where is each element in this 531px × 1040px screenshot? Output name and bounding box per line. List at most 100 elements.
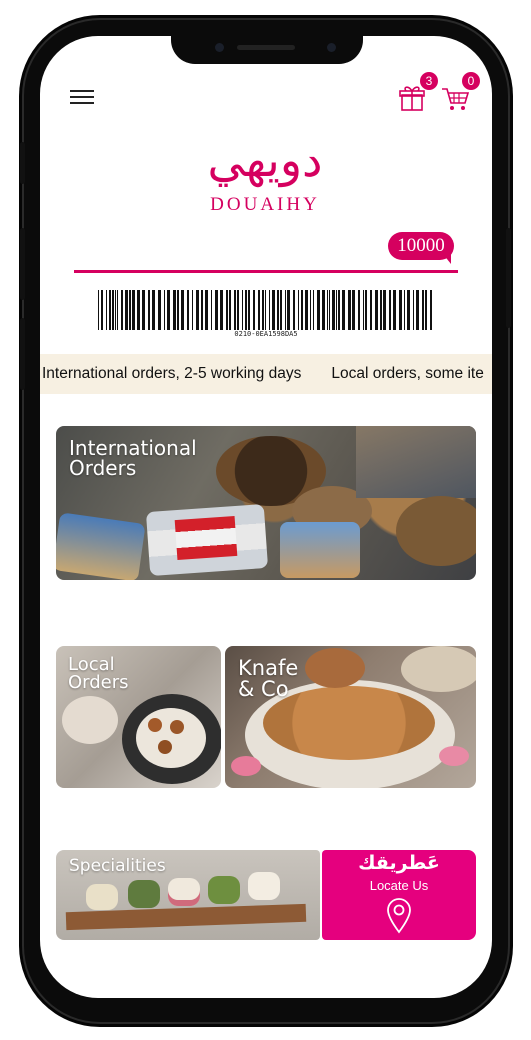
power-button xyxy=(506,228,511,328)
barcode-bar xyxy=(399,290,402,330)
local-orders-label: Local Orders xyxy=(68,654,129,693)
map-pin-icon xyxy=(387,898,411,934)
barcode-bar xyxy=(173,290,176,330)
knafe-tile[interactable]: Knafe & Co xyxy=(225,646,476,788)
barcode-bar xyxy=(348,290,351,330)
barcode-bar xyxy=(121,290,123,330)
barcode-bar xyxy=(317,290,320,330)
barcode-bar xyxy=(287,290,290,330)
barcode-bar xyxy=(430,290,432,330)
points-divider xyxy=(74,270,458,273)
barcode-bar xyxy=(112,290,114,330)
barcode-bar xyxy=(177,290,179,330)
barcode-bar xyxy=(229,290,231,330)
brand-logo: دويهي DOUAIHY xyxy=(190,126,340,236)
barcode-bar xyxy=(310,290,311,330)
barcode-bar xyxy=(226,290,228,330)
barcode-bar xyxy=(142,290,145,330)
barcode-bar xyxy=(272,290,275,330)
specialities-label: Specialities xyxy=(69,856,166,876)
barcode-bar xyxy=(277,290,279,330)
barcode-bar xyxy=(425,290,427,330)
barcode-bar xyxy=(109,290,111,330)
barcode-bar xyxy=(329,290,330,330)
barcode-bar xyxy=(258,290,260,330)
barcode-bar xyxy=(253,290,255,330)
locate-us-label: Locate Us xyxy=(369,878,429,893)
barcode-bar xyxy=(338,290,340,330)
notch xyxy=(171,36,363,64)
barcode-bar xyxy=(167,290,170,330)
barcode-bar xyxy=(358,290,360,330)
barcode-bar xyxy=(280,290,282,330)
barcode-bar xyxy=(327,290,328,330)
specialities-tile[interactable]: Specialities xyxy=(56,850,320,940)
gift-count-badge: 3 xyxy=(420,72,438,90)
barcode-bar xyxy=(248,290,250,330)
barcode-bar xyxy=(389,290,391,330)
international-orders-label: International Orders xyxy=(69,436,197,480)
barcode-bar xyxy=(383,290,386,330)
barcode-bar xyxy=(242,290,243,330)
barcode-bar xyxy=(269,290,270,330)
barcode-bar xyxy=(404,290,405,330)
barcode-bar xyxy=(125,290,128,330)
ticker-message-local: Local orders, some ite xyxy=(331,365,484,382)
barcode-bar xyxy=(196,290,199,330)
cart-button[interactable]: 0 xyxy=(440,72,480,114)
barcode-bar xyxy=(148,290,150,330)
local-orders-tile[interactable]: Local Orders xyxy=(56,646,221,788)
barcode-bar xyxy=(205,290,208,330)
barcode-bar xyxy=(301,290,303,330)
loyalty-barcode xyxy=(98,290,432,330)
barcode-bar xyxy=(115,290,116,330)
barcode-number: 0210-0EA1598DA5 xyxy=(234,330,298,338)
locate-us-tile[interactable]: عَطريقك Locate Us xyxy=(322,850,476,940)
brand-logo-latin: DOUAIHY xyxy=(210,194,320,215)
mute-switch xyxy=(20,142,25,184)
barcode-bar xyxy=(370,290,372,330)
speaker xyxy=(237,45,295,50)
barcode-bar xyxy=(363,290,364,330)
barcode-bar xyxy=(416,290,419,330)
barcode-bar xyxy=(152,290,155,330)
barcode-bar xyxy=(332,290,335,330)
barcode-bar xyxy=(237,290,239,330)
barcode-bar xyxy=(201,290,203,330)
barcode-bar xyxy=(342,290,345,330)
barcode-bar xyxy=(106,290,107,330)
barcode-bar xyxy=(192,290,193,330)
barcode-bar xyxy=(129,290,131,330)
app-screen: 3 0 دويهي DOUAIHY 10000 0210-0EA1598DA5 … xyxy=(40,36,492,998)
barcode-bar xyxy=(262,290,264,330)
barcode-bar xyxy=(187,290,189,330)
barcode-bar xyxy=(137,290,140,330)
barcode-bar xyxy=(101,290,103,330)
barcode-bar xyxy=(117,290,118,330)
barcode-bar xyxy=(298,290,299,330)
barcode-bar xyxy=(393,290,396,330)
international-orders-tile[interactable]: International Orders xyxy=(56,426,476,580)
barcode-bar xyxy=(211,290,212,330)
brand-logo-arabic: دويهي xyxy=(207,133,323,187)
points-badge-tail xyxy=(443,254,451,264)
knafe-label: Knafe & Co xyxy=(238,656,299,701)
barcode-bar xyxy=(407,290,410,330)
barcode-bar xyxy=(305,290,308,330)
barcode-bar xyxy=(375,290,378,330)
cart-count-badge: 0 xyxy=(462,72,480,90)
gift-button[interactable]: 3 xyxy=(398,72,438,114)
barcode-bar xyxy=(336,290,337,330)
locate-us-arabic: عَطريقك xyxy=(358,852,440,874)
barcode-bar xyxy=(132,290,135,330)
volume-down-button xyxy=(20,318,25,390)
hamburger-icon[interactable] xyxy=(70,90,94,106)
barcode-bar xyxy=(352,290,355,330)
barcode-bar xyxy=(220,290,223,330)
ticker-message-international: International orders, 2-5 working days xyxy=(42,365,302,382)
barcode-bar xyxy=(313,290,314,330)
barcode-bar xyxy=(234,290,236,330)
barcode-bar xyxy=(293,290,295,330)
barcode-bar xyxy=(181,290,184,330)
barcode-bar xyxy=(380,290,382,330)
